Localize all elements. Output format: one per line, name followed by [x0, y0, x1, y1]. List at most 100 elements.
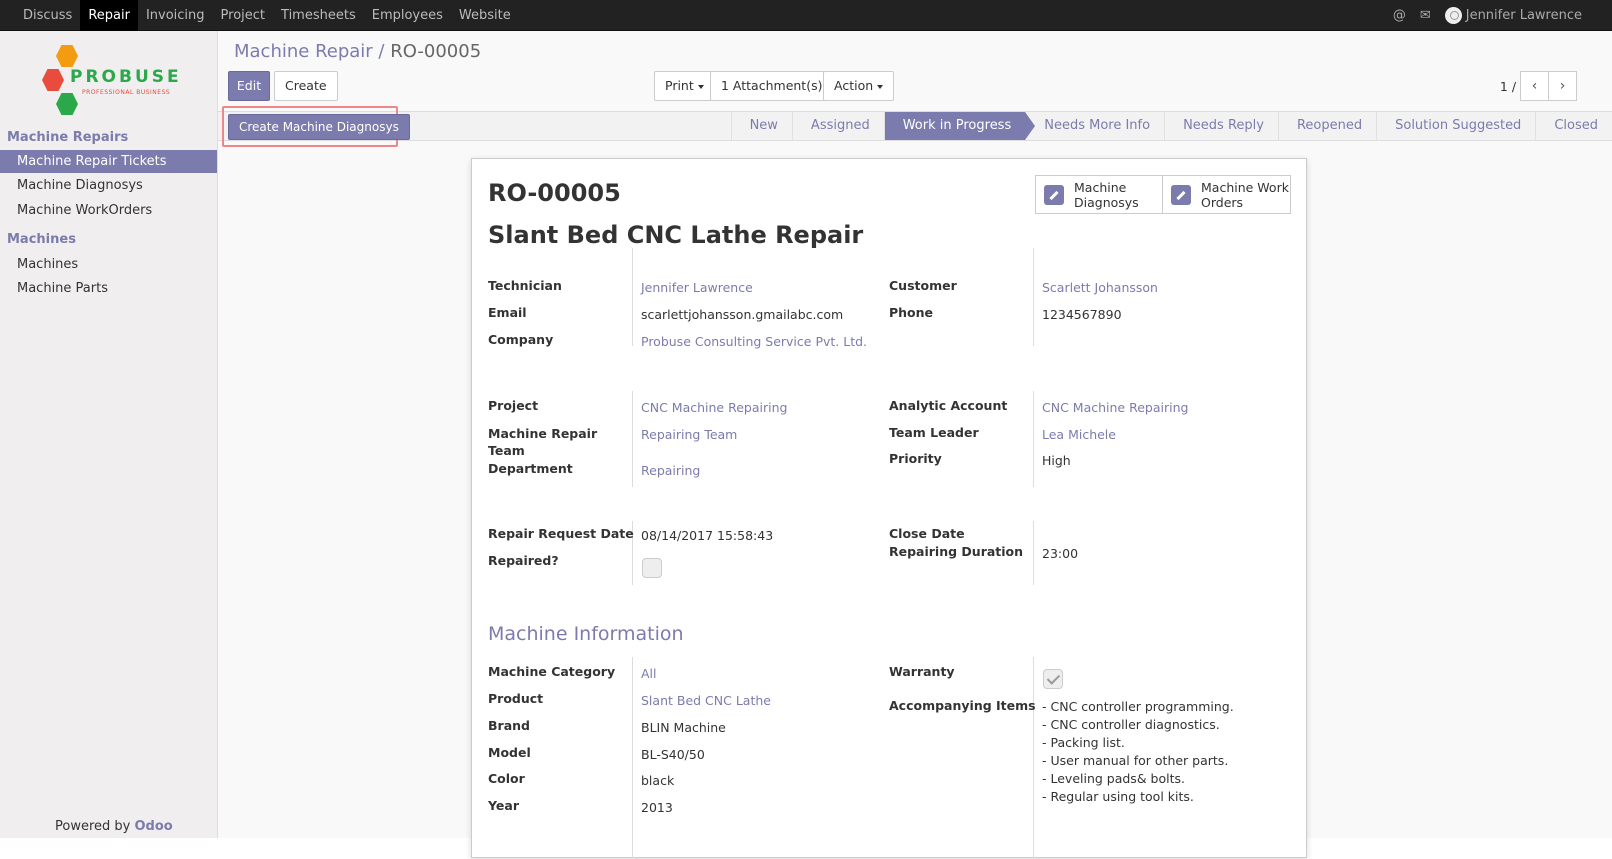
model-value: BL-S40/50	[641, 747, 705, 762]
sidebar-item-machine-workorders[interactable]: Machine WorkOrders	[0, 199, 217, 222]
menu-project[interactable]: Project	[213, 0, 273, 31]
analytic-account-label: Analytic Account	[889, 398, 1008, 413]
field-divider	[1033, 521, 1034, 585]
repaired-checkbox[interactable]	[642, 558, 662, 578]
logo-hex-icon	[56, 93, 78, 115]
powered-prefix: Powered by	[55, 819, 131, 834]
smart-label-line: Machine	[1074, 179, 1127, 195]
company-label: Company	[488, 332, 554, 347]
menu-website[interactable]: Website	[451, 0, 519, 31]
avatar	[1444, 7, 1462, 24]
warranty-checkbox[interactable]	[1043, 669, 1063, 689]
pencil-icon	[1044, 184, 1064, 205]
brand-value: BLIN Machine	[641, 720, 726, 735]
machine-repair-team-label: Machine Repair Team	[488, 425, 597, 459]
priority-value: High	[1042, 453, 1071, 468]
field-divider	[632, 657, 633, 859]
stage-work-in-progress[interactable]: Work in Progress	[883, 112, 1035, 140]
label-line: Machine Repair	[488, 426, 598, 441]
logo-hex-icon	[42, 69, 64, 91]
stage-needs-reply[interactable]: Needs Reply	[1164, 112, 1278, 140]
sidebar-item-machine-parts[interactable]: Machine Parts	[0, 277, 217, 300]
brand-label: Brand	[488, 718, 530, 733]
stage-solution-suggested[interactable]: Solution Suggested	[1376, 112, 1535, 140]
powered-by: Powered by Odoo	[55, 819, 173, 834]
field-divider	[632, 391, 633, 487]
attachments-label: 1 Attachment(s)	[721, 78, 823, 93]
logo-word: PROBUSE	[70, 67, 182, 87]
smart-label-line: Machine Work	[1201, 179, 1289, 195]
accompanying-items-list: - CNC controller programming. - CNC cont…	[1042, 698, 1234, 806]
year-value: 2013	[641, 800, 673, 815]
menu-invoicing[interactable]: Invoicing	[138, 0, 213, 31]
sidebar-item-machine-diagnosys[interactable]: Machine Diagnosys	[0, 174, 217, 197]
technician-label: Technician	[488, 278, 562, 293]
menu-discuss[interactable]: Discuss	[15, 0, 80, 31]
menu-timesheets[interactable]: Timesheets	[273, 0, 364, 31]
stage-new[interactable]: New	[730, 112, 792, 140]
smart-button-label: Machine Diagnosys	[1074, 180, 1139, 210]
machine-category-link[interactable]: All	[641, 666, 657, 681]
phone-value: 1234567890	[1042, 307, 1122, 322]
list-item: - Regular using tool kits.	[1042, 789, 1194, 804]
label-line: Team	[488, 443, 525, 458]
stage-closed[interactable]: Closed	[1535, 112, 1612, 140]
create-button[interactable]: Create	[274, 71, 338, 101]
pencil-icon	[1171, 184, 1191, 205]
team-link[interactable]: Repairing Team	[641, 427, 737, 442]
repair-request-date-label: Repair Request Date	[488, 526, 634, 541]
color-value: black	[641, 773, 675, 788]
breadcrumb-parent[interactable]: Machine Repair /	[234, 41, 385, 62]
sidebar-item-machine-repair-tickets[interactable]: Machine Repair Tickets	[0, 150, 217, 173]
chat-icon[interactable]: ✉	[1420, 8, 1431, 23]
user-menu[interactable]: Jennifer Lawrence	[1444, 7, 1582, 24]
priority-label: Priority	[889, 451, 942, 466]
field-divider	[1033, 391, 1034, 487]
repairing-duration-value: 23:00	[1042, 546, 1079, 561]
machine-information-heading: Machine Information	[488, 623, 684, 645]
project-label: Project	[488, 398, 539, 413]
sidebar-item-machines[interactable]: Machines	[0, 253, 217, 276]
year-label: Year	[488, 798, 519, 813]
company-link[interactable]: Probuse Consulting Service Pvt. Ltd.	[641, 334, 867, 349]
field-divider	[1033, 657, 1034, 859]
stage-reopened[interactable]: Reopened	[1277, 112, 1376, 140]
create-machine-diagnosys-button[interactable]: Create Machine Diagnosys	[228, 114, 410, 140]
sidebar-section-machines: Machines	[7, 232, 76, 247]
analytic-account-link[interactable]: CNC Machine Repairing	[1042, 400, 1188, 415]
close-date-label: Close Date	[889, 526, 965, 541]
at-icon[interactable]: @	[1393, 8, 1406, 23]
department-link[interactable]: Repairing	[641, 463, 700, 478]
menu-employees[interactable]: Employees	[364, 0, 451, 31]
pager-next-icon[interactable]: ›	[1548, 71, 1577, 101]
team-leader-link[interactable]: Lea Michele	[1042, 427, 1116, 442]
customer-link[interactable]: Scarlett Johansson	[1042, 280, 1158, 295]
topbar-right: @ ✉ Jennifer Lawrence	[1393, 0, 1582, 31]
pager-previous-icon[interactable]: ‹	[1520, 71, 1549, 101]
logo-hex-icon	[56, 45, 78, 67]
main-content: Machine Repair / RO-00005 Edit Create Pr…	[218, 31, 1612, 859]
menu-repair[interactable]: Repair	[80, 0, 138, 31]
machine-work-orders-smart-button[interactable]: Machine Work Orders	[1162, 175, 1291, 214]
print-dropdown[interactable]: Print	[654, 71, 715, 101]
product-link[interactable]: Slant Bed CNC Lathe	[641, 693, 771, 708]
project-link[interactable]: CNC Machine Repairing	[641, 400, 787, 415]
edit-button[interactable]: Edit	[228, 71, 270, 101]
odoo-link[interactable]: Odoo	[135, 819, 173, 834]
repaired-label: Repaired?	[488, 553, 559, 568]
machine-category-label: Machine Category	[488, 664, 616, 679]
email-label: Email	[488, 305, 527, 320]
machine-diagnosys-smart-button[interactable]: Machine Diagnosys	[1035, 175, 1163, 214]
color-label: Color	[488, 771, 525, 786]
stage-needs-more-info[interactable]: Needs More Info	[1025, 112, 1164, 140]
caret-down-icon	[697, 84, 704, 89]
logo-tagline: PROFESSIONAL BUSINESS	[82, 89, 171, 96]
list-item: - Leveling pads& bolts.	[1042, 771, 1185, 786]
technician-link[interactable]: Jennifer Lawrence	[641, 280, 753, 295]
stage-assigned[interactable]: Assigned	[791, 112, 884, 140]
warranty-label: Warranty	[889, 664, 955, 679]
breadcrumb: Machine Repair / RO-00005	[234, 41, 481, 62]
list-item: - User manual for other parts.	[1042, 753, 1229, 768]
action-dropdown[interactable]: Action	[823, 71, 895, 101]
model-label: Model	[488, 745, 531, 760]
